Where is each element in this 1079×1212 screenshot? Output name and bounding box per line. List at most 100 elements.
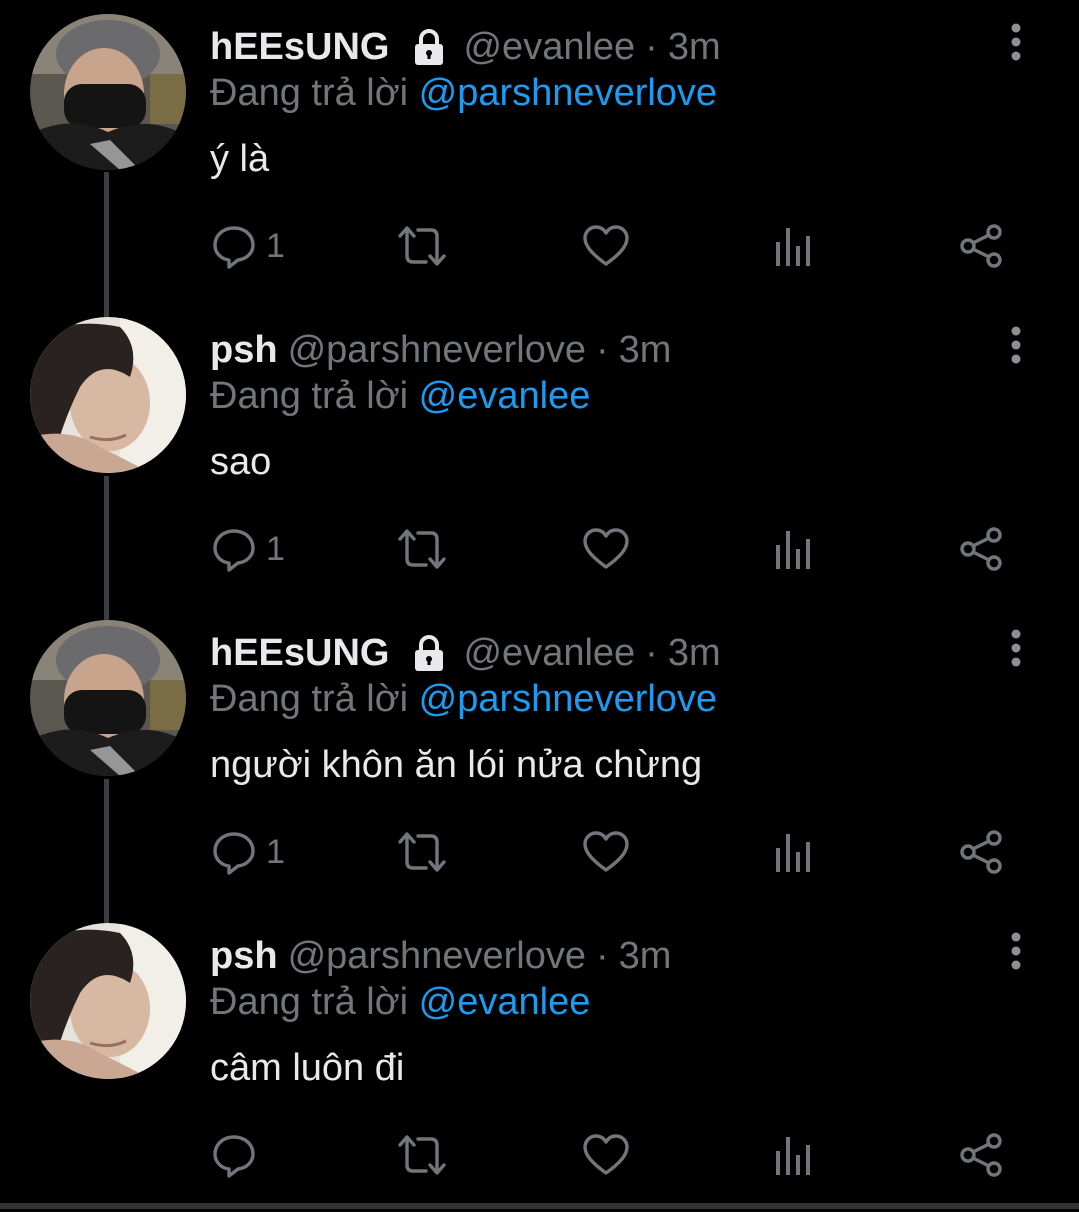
separator-dot: · [645,25,658,68]
reply-icon [213,832,255,875]
more-options-button[interactable] [1000,626,1032,670]
replying-to-mention[interactable]: @parshneverlove [419,72,717,114]
display-name[interactable]: psh [210,935,278,978]
share-icon [960,527,1002,571]
replying-to-label: Đang trả lời [210,375,409,417]
views-icon [776,228,810,266]
share-icon [960,224,1002,268]
replying-to: Đang trả lời @parshneverlove [210,678,717,721]
replying-to-mention[interactable]: @parshneverlove [419,678,717,720]
views-button[interactable] [774,1129,814,1181]
timestamp[interactable]: 3m [619,935,672,978]
share-icon [960,830,1002,874]
heart-icon [583,225,629,266]
like-button[interactable] [582,220,630,272]
retweet-button[interactable] [396,523,448,575]
replying-to: Đang trả lời @evanlee [210,375,590,418]
user-handle[interactable]: @evanlee [463,632,635,675]
share-icon [960,1133,1002,1177]
tweet-text: câm luôn đi [210,1047,405,1089]
display-name[interactable]: psh [210,329,278,372]
tweet[interactable]: psh @parshneverlove · 3m Đang trả lời @e… [0,909,1079,1212]
reply-icon [213,529,255,572]
avatar-heesung[interactable] [30,620,186,776]
tweet-header: hEEsUNG @evanlee · 3m [210,628,721,678]
reply-button[interactable]: 1 [210,523,285,575]
more-vertical-icon [1011,932,1021,970]
tweet-actions: 1 [210,220,1020,272]
lock-icon [409,633,449,673]
bottom-divider [0,1203,1079,1209]
share-button[interactable] [958,1129,1004,1181]
tweet-header: psh @parshneverlove · 3m [210,325,671,375]
tweet-text: sao [210,441,272,483]
reply-button[interactable]: 1 [210,826,285,878]
separator-dot: · [645,631,658,674]
heart-icon [583,831,629,872]
replying-to: Đang trả lời @evanlee [210,981,590,1024]
replying-to-mention[interactable]: @evanlee [419,981,591,1023]
tweet-text: ý là [210,138,270,180]
reply-button[interactable] [210,1129,266,1181]
avatar-psh[interactable] [30,923,186,1079]
views-button[interactable] [774,220,814,272]
reply-count: 1 [266,832,285,871]
views-icon [776,531,810,569]
views-button[interactable] [774,523,814,575]
avatar-heesung[interactable] [30,14,186,170]
like-button[interactable] [582,826,630,878]
like-button[interactable] [582,523,630,575]
tweet[interactable]: hEEsUNG @evanlee · 3m Đang trả lời @pars… [0,0,1079,303]
share-button[interactable] [958,826,1004,878]
more-vertical-icon [1011,326,1021,364]
more-vertical-icon [1011,23,1021,61]
tweet-text: người khôn ăn lói nửa chừng [210,744,703,786]
tweet-header: psh @parshneverlove · 3m [210,931,671,981]
replying-to-mention[interactable]: @evanlee [419,375,591,417]
user-handle[interactable]: @parshneverlove [288,935,586,978]
timestamp[interactable]: 3m [668,26,721,69]
like-button[interactable] [582,1129,630,1181]
reply-count: 1 [266,529,285,568]
more-options-button[interactable] [1000,323,1032,367]
separator-dot: · [595,934,609,977]
tweet-actions: 1 [210,523,1020,575]
replying-to-label: Đang trả lời [210,72,409,114]
retweet-icon [398,832,446,872]
reply-icon [213,226,255,269]
user-handle[interactable]: @evanlee [463,26,635,69]
display-name[interactable]: hEEsUNG [210,632,389,675]
retweet-icon [398,529,446,569]
more-options-button[interactable] [1000,20,1032,64]
lock-icon [409,27,449,67]
heart-icon [583,528,629,569]
reply-count: 1 [266,226,285,265]
retweet-button[interactable] [396,1129,448,1181]
retweet-button[interactable] [396,220,448,272]
replying-to-label: Đang trả lời [210,981,409,1023]
retweet-icon [398,226,446,266]
share-button[interactable] [958,220,1004,272]
tweet[interactable]: psh @parshneverlove · 3m Đang trả lời @e… [0,303,1079,606]
share-button[interactable] [958,523,1004,575]
reply-button[interactable]: 1 [210,220,285,272]
tweet-header: hEEsUNG @evanlee · 3m [210,22,721,72]
replying-to-label: Đang trả lời [210,678,409,720]
avatar-psh[interactable] [30,317,186,473]
timestamp[interactable]: 3m [619,329,672,372]
tweet-actions [210,1129,1020,1181]
views-icon [776,1137,810,1175]
heart-icon [583,1134,629,1175]
timestamp[interactable]: 3m [668,632,721,675]
reply-thread: hEEsUNG @evanlee · 3m Đang trả lời @pars… [0,0,1079,1209]
user-handle[interactable]: @parshneverlove [288,329,586,372]
display-name[interactable]: hEEsUNG [210,26,389,69]
tweet-actions: 1 [210,826,1020,878]
more-options-button[interactable] [1000,929,1032,973]
tweet[interactable]: hEEsUNG @evanlee · 3m Đang trả lời @pars… [0,606,1079,909]
reply-icon [213,1135,255,1178]
views-icon [776,834,810,872]
views-button[interactable] [774,826,814,878]
retweet-button[interactable] [396,826,448,878]
retweet-icon [398,1135,446,1175]
